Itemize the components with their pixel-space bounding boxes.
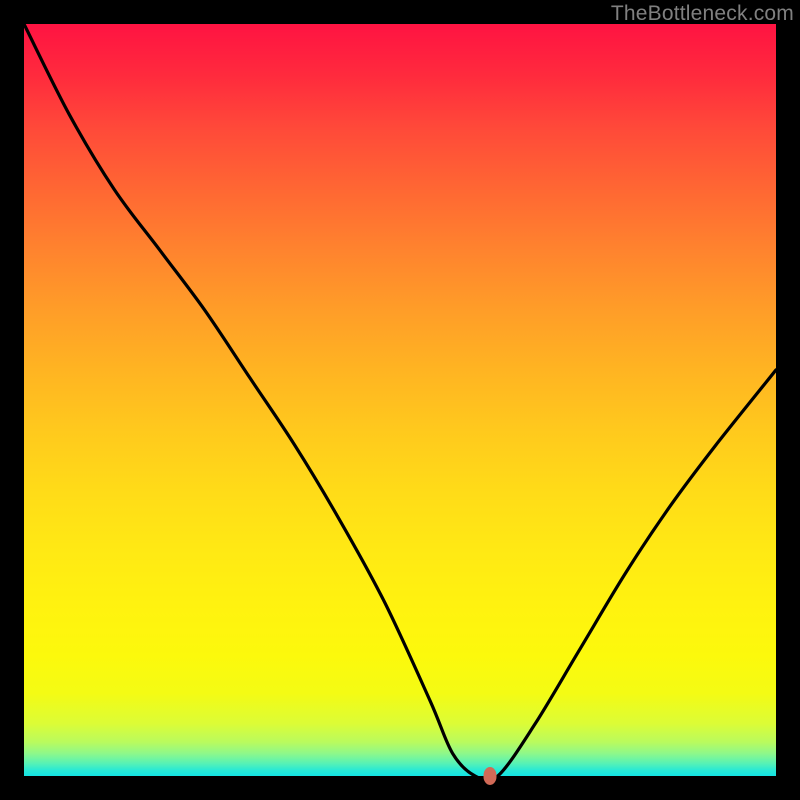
chart-frame: TheBottleneck.com [0,0,800,800]
watermark-text: TheBottleneck.com [611,2,794,26]
minimum-marker [484,767,497,785]
curve-svg [24,24,776,776]
plot-area [24,24,776,776]
bottleneck-curve-path [24,24,776,776]
